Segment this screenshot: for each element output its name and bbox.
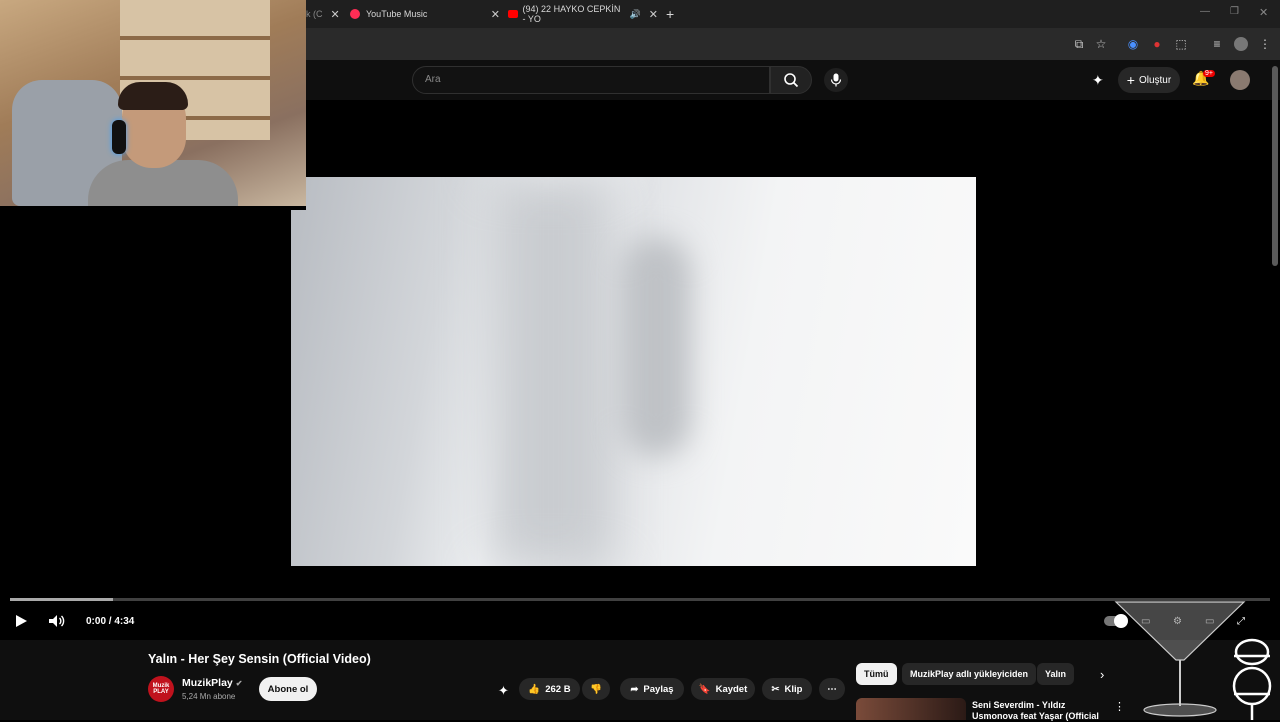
- progress-bar[interactable]: [10, 598, 1270, 601]
- plus-icon: +: [1126, 72, 1135, 88]
- share-arrow-icon: ➦: [630, 683, 639, 695]
- search-icon: [784, 73, 799, 88]
- window-close-icon[interactable]: ✕: [1259, 6, 1268, 19]
- maximize-icon[interactable]: ❐: [1230, 6, 1239, 17]
- tab-label: YouTube Music: [366, 9, 428, 19]
- close-icon[interactable]: ✕: [649, 8, 658, 21]
- clip-label: Klip: [784, 683, 803, 695]
- close-icon[interactable]: ✕: [331, 8, 340, 21]
- save-button[interactable]: 🔖 Kaydet: [691, 678, 755, 700]
- bookmark-star-icon[interactable]: ☆: [1094, 37, 1108, 51]
- profile-avatar-icon[interactable]: [1234, 37, 1248, 51]
- speaker-icon[interactable]: 🔊: [630, 9, 641, 20]
- extension-audio-icon[interactable]: ◉: [1126, 37, 1140, 51]
- more-horizontal-icon: ⋯: [827, 683, 837, 695]
- extension-red-icon[interactable]: ●: [1150, 37, 1164, 51]
- avatar[interactable]: [1230, 70, 1250, 90]
- related-video-thumbnail[interactable]: [856, 698, 966, 720]
- thumbs-up-icon: 👍: [528, 683, 541, 695]
- streamer-mascot-logo: [1232, 638, 1272, 720]
- create-button[interactable]: + Oluştur: [1118, 67, 1180, 93]
- notification-count-badge: 9+: [1203, 70, 1215, 77]
- subscribe-button[interactable]: Abone ol: [259, 677, 317, 701]
- clip-button[interactable]: ✂ Klip: [762, 678, 812, 700]
- video-frame: [291, 177, 976, 566]
- webcam-overlay: [0, 0, 306, 206]
- more-actions-button[interactable]: ⋯: [819, 678, 845, 700]
- channel-name[interactable]: MuzikPlay ✔: [182, 677, 242, 689]
- create-label: Oluştur: [1138, 74, 1172, 86]
- tab-youtube-music[interactable]: YouTube Music ✕: [350, 0, 500, 28]
- tab-hayko-cepkin[interactable]: (94) 22 HAYKO CEPKİN - YO 🔊 ✕: [508, 0, 658, 28]
- like-count: 262 B: [545, 683, 571, 695]
- thumbs-down-icon: 👎: [590, 683, 602, 695]
- time-display: 0:00 / 4:34: [86, 615, 135, 627]
- play-icon: [16, 615, 27, 627]
- new-tab-button[interactable]: +: [666, 0, 674, 28]
- browser-menu-icon[interactable]: ⋮: [1258, 37, 1272, 51]
- chip-yalin[interactable]: Yalın: [1037, 663, 1075, 685]
- like-button[interactable]: 👍 262 B: [519, 678, 580, 700]
- play-button[interactable]: [14, 612, 28, 630]
- share-label: Paylaş: [643, 683, 674, 695]
- buffered-bar: [10, 598, 114, 601]
- extensions-puzzle-icon[interactable]: ⬚: [1174, 37, 1188, 51]
- chip-all[interactable]: Tümü: [856, 663, 897, 685]
- verified-icon: ✔: [235, 679, 243, 688]
- save-label: Kaydet: [715, 683, 748, 695]
- page-scrollbar[interactable]: [1272, 66, 1278, 266]
- channel-name-label: MuzikPlay: [182, 677, 233, 689]
- chip-uploader[interactable]: MuzikPlay adlı yükleyiciden: [902, 663, 1037, 685]
- youtube-music-icon: [350, 9, 360, 19]
- media-control-icon[interactable]: ≡: [1210, 37, 1224, 51]
- channel-avatar[interactable]: Muzik PLAY: [148, 676, 174, 702]
- video-title: Yalın - Her Şey Sensin (Official Video): [148, 652, 371, 666]
- share-button[interactable]: ➦ Paylaş: [620, 678, 684, 700]
- search-button[interactable]: [770, 66, 812, 94]
- premium-sparkle-icon[interactable]: ✦: [498, 683, 509, 699]
- microphone-icon: [830, 73, 842, 87]
- close-icon[interactable]: ✕: [491, 8, 500, 21]
- minimize-icon[interactable]: —: [1200, 6, 1210, 17]
- install-app-icon[interactable]: ⧉: [1072, 37, 1086, 51]
- youtube-icon: [508, 10, 518, 18]
- subscriber-count: 5,24 Mn abone: [182, 692, 236, 701]
- related-video-title[interactable]: Seni Severdim - Yıldız Usmonova feat Yaş…: [972, 700, 1108, 722]
- tab-partial-label: k (C: [306, 9, 323, 19]
- chevron-right-icon[interactable]: ›: [1100, 667, 1104, 682]
- bookmark-icon: 🔖: [698, 683, 711, 695]
- voice-search-button[interactable]: [824, 68, 848, 92]
- scissors-icon: ✂: [771, 683, 780, 695]
- premium-sparkle-icon[interactable]: ✦: [1092, 72, 1104, 89]
- dislike-button[interactable]: 👎: [582, 678, 610, 700]
- tab-label: (94) 22 HAYKO CEPKİN - YO: [522, 4, 621, 24]
- search-input[interactable]: Ara: [412, 66, 770, 94]
- browser-tab-partial[interactable]: k (C ✕: [306, 0, 340, 28]
- volume-icon: [49, 615, 65, 627]
- volume-button[interactable]: [48, 612, 66, 630]
